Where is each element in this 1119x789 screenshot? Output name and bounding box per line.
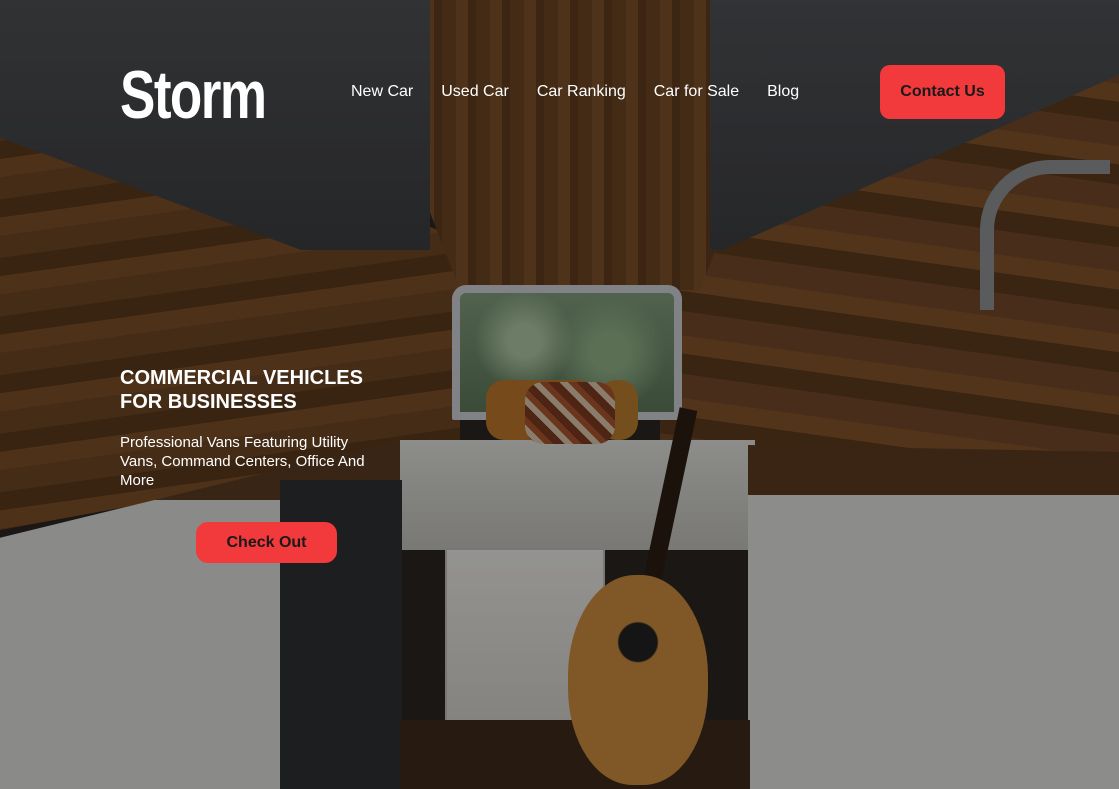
nav-item-blog[interactable]: Blog [767,82,799,102]
nav-item-car-ranking[interactable]: Car Ranking [537,82,626,102]
nav-item-car-for-sale[interactable]: Car for Sale [654,82,739,102]
hero-title-line-1: COMMERCIAL VEHICLES [120,367,363,389]
contact-us-button[interactable]: Contact Us [880,65,1005,119]
hero-description: Professional Vans Featuring Utility Vans… [120,434,365,489]
nav-item-used-car[interactable]: Used Car [441,82,509,102]
hero-title: COMMERCIAL VEHICLES FOR BUSINESSES [120,366,410,414]
main-nav: New Car Used Car Car Ranking Car for Sal… [351,82,827,102]
hero-title-line-2: FOR BUSINESSES [120,391,297,413]
check-out-button[interactable]: Check Out [196,522,337,563]
nav-item-new-car[interactable]: New Car [351,82,413,102]
logo[interactable]: Storm [120,61,267,129]
